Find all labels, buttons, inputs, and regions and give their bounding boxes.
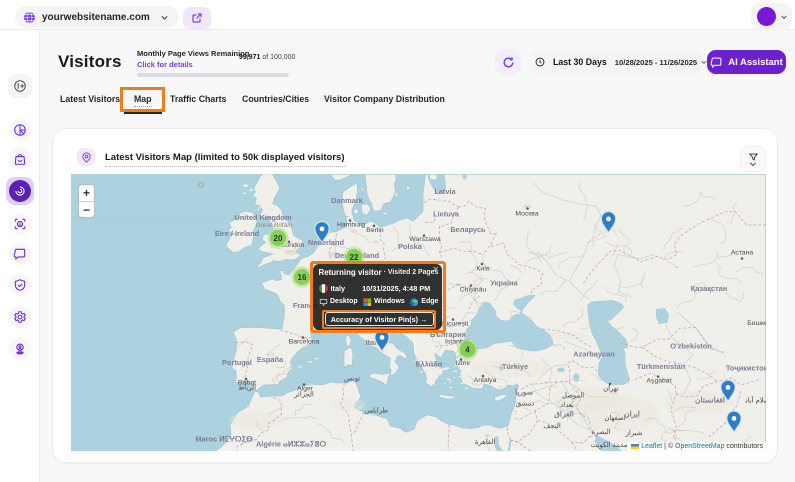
svg-text:الرباط: الرباط [238,384,256,392]
svg-text:تونس: تونس [344,376,360,383]
svg-text:Украïна: Украïна [490,279,518,288]
svg-text:Lietuva: Lietuva [433,210,460,219]
svg-text:ایران: ایران [624,410,640,419]
svg-text:4: 4 [465,346,470,355]
svg-text:Berlin: Berlin [366,227,384,234]
svg-text:Great Britain: Great Britain [255,222,292,229]
svg-text:القاهرة: القاهرة [475,438,495,446]
svg-text:Danmark: Danmark [331,196,364,205]
svg-text:افغانستان: افغانستان [695,396,725,405]
svg-text:16: 16 [298,273,307,282]
svg-text:United Kingdom: United Kingdom [234,213,291,222]
svg-text:Беларусь: Беларусь [450,225,486,234]
svg-text:O'zbekiston: O'zbekiston [670,342,712,351]
svg-text:20: 20 [274,234,283,243]
svg-text:Izmir: Izmir [456,360,471,367]
svg-text:Бишкек: Бишкек [747,320,766,327]
svg-text:Астана: Астана [731,250,754,257]
svg-text:بغداد: بغداد [560,401,574,409]
svg-text:شیراز: شیراز [625,429,643,437]
svg-text:النجف: النجف [543,422,561,430]
svg-text:Hamburg: Hamburg [337,222,365,229]
svg-text:Latvia: Latvia [434,187,456,196]
svg-text:Azərbaycan: Azərbaycan [573,350,615,359]
svg-text:Тоҷикистон: Тоҷикистон [726,364,766,373]
svg-text:Barcelona: Barcelona [289,339,320,346]
svg-text:العراق: العراق [554,410,574,419]
svg-text:Maroc ⵍⵎⵖⵔⵉⴱ: Maroc ⵍⵎⵖⵔⵉⴱ [195,435,252,444]
svg-text:Aşgabat: Aşgabat [647,378,672,385]
svg-text:مدينة الكويت: مدينة الكويت [591,441,628,449]
svg-text:Киïв: Киïв [476,266,490,273]
svg-text:Ελλάδα: Ελλάδα [416,360,443,369]
svg-text:البصرة: البصرة [591,428,610,436]
svg-text:Eire / Ireland: Eire / Ireland [215,229,260,238]
svg-text:الموصل: الموصل [562,392,584,400]
svg-text:الجزائر: الجزائر [293,391,314,399]
svg-text:طرابلس: طرابلس [364,407,388,415]
svg-text:Chișinău: Chișinău [460,287,487,294]
svg-text:اصفهان: اصفهان [604,414,625,422]
svg-text:تهران: تهران [603,385,619,393]
svg-text:Warszawa: Warszawa [409,236,441,243]
svg-text:Antalya: Antalya [474,377,497,384]
svg-text:Қазақстан: Қазақстан [691,284,727,293]
svg-text:سوريا: سوريا [515,388,533,397]
svg-text:دمشق: دمشق [516,401,534,408]
svg-text:España: España [257,355,284,364]
svg-text:Polska: Polska [398,242,423,251]
svg-text:Türkiye: Türkiye [502,362,528,371]
svg-text:Türkmenistan: Türkmenistan [637,362,686,371]
svg-text:Algérie ⴰⵍⵣⵣⴰⵢⴻⵔ: Algérie ⴰⵍⵣⵣⴰⵢⴻⵔ [256,440,326,449]
svg-text:Nederland: Nederland [308,238,345,247]
svg-text:Москва: Москва [515,211,538,218]
svg-text:Portugal: Portugal [222,358,252,367]
